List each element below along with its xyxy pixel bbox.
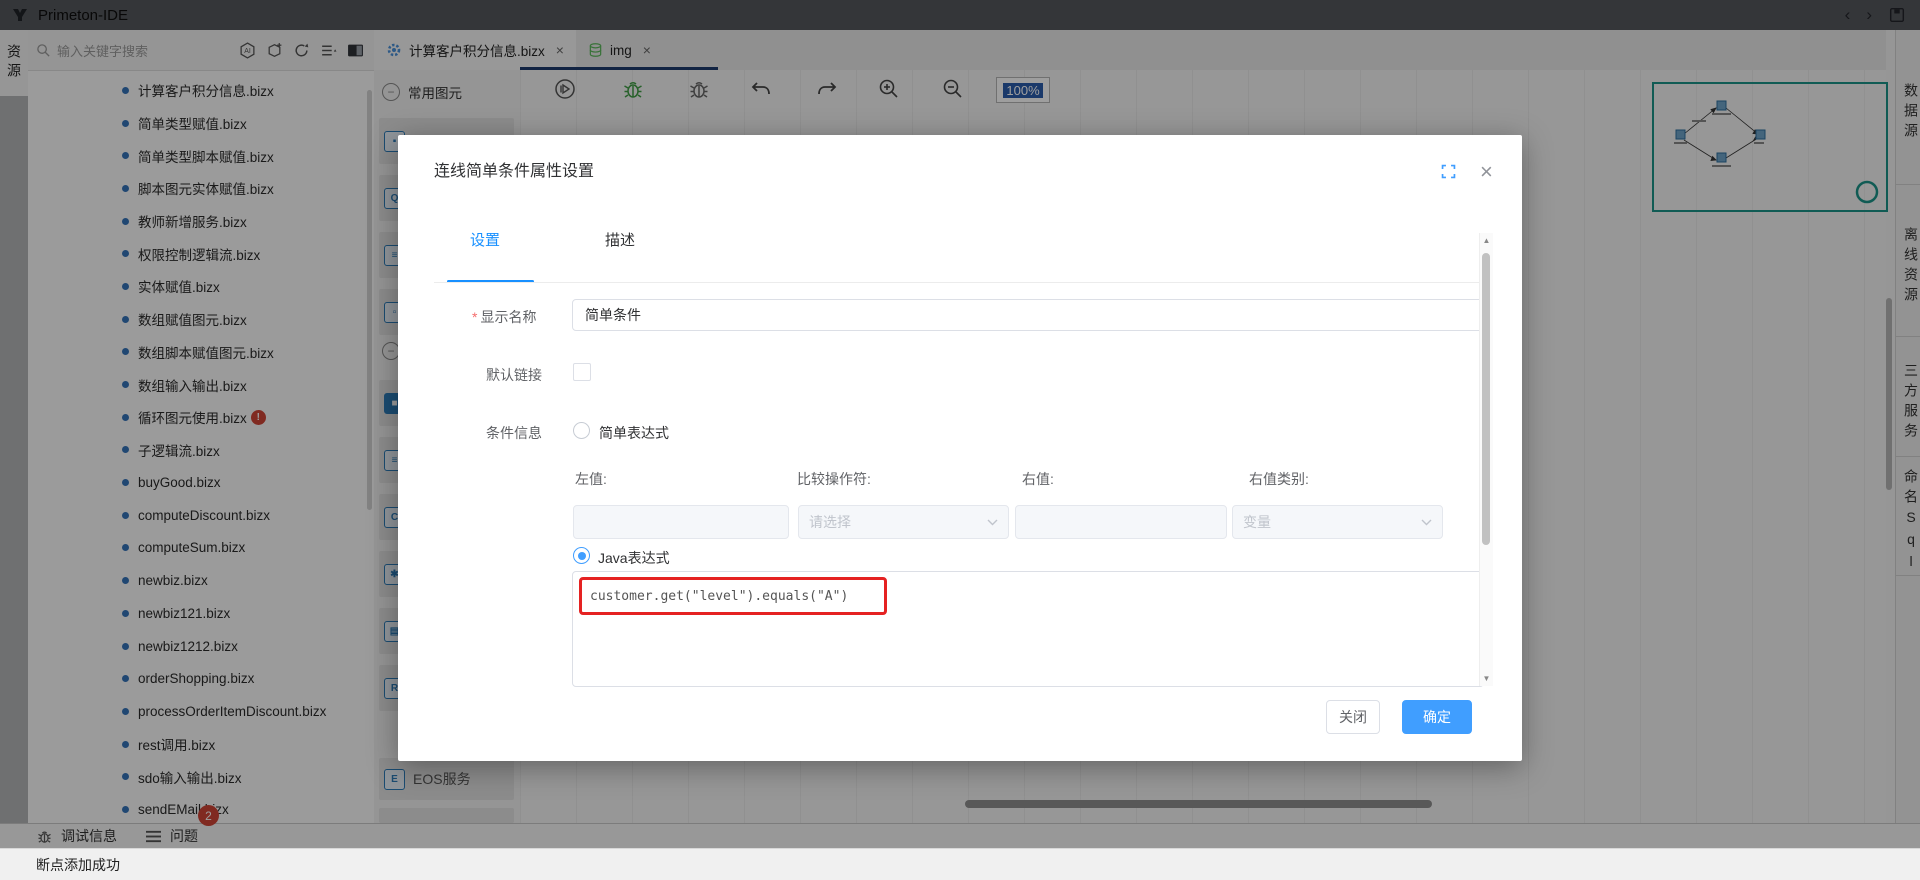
- link-condition-dialog: 连线简单条件属性设置 × 设置 描述 *显示名称 默认链接 条件信息 简单表达式…: [398, 135, 1522, 761]
- java-expression-editor[interactable]: customer.get("level").equals("A"): [572, 571, 1484, 687]
- fullscreen-icon[interactable]: [1440, 163, 1457, 180]
- scroll-up-icon[interactable]: ▲: [1480, 236, 1493, 245]
- tab-settings[interactable]: 设置: [470, 229, 500, 250]
- close-button[interactable]: 关闭: [1326, 700, 1380, 734]
- right-type-header: 右值类别:: [1249, 469, 1309, 489]
- operator-placeholder: 请选择: [809, 512, 851, 532]
- right-value-header: 右值:: [1022, 469, 1054, 489]
- display-name-label: *显示名称: [472, 307, 536, 327]
- status-bar: 断点添加成功: [0, 848, 1920, 880]
- right-type-select[interactable]: 变量: [1232, 505, 1443, 539]
- right-type-value: 变量: [1243, 512, 1271, 532]
- scrollbar-thumb[interactable]: [1482, 253, 1490, 545]
- chevron-down-icon: [987, 519, 998, 526]
- status-message: 断点添加成功: [36, 855, 120, 875]
- operator-select[interactable]: 请选择: [798, 505, 1009, 539]
- condition-info-label: 条件信息: [486, 423, 542, 443]
- java-expression-code: customer.get("level").equals("A"): [590, 589, 848, 604]
- default-link-label: 默认链接: [486, 365, 542, 385]
- default-link-checkbox[interactable]: [573, 363, 591, 381]
- close-icon[interactable]: ×: [1480, 159, 1493, 185]
- divider: [434, 282, 1486, 283]
- expression-highlight-box: customer.get("level").equals("A"): [579, 577, 887, 615]
- simple-expression-radio[interactable]: [573, 422, 590, 439]
- right-value-field[interactable]: [1015, 505, 1227, 539]
- dialog-scrollbar[interactable]: ▲ ▼: [1479, 233, 1493, 686]
- display-name-field[interactable]: [572, 299, 1484, 331]
- simple-expression-label: 简单表达式: [599, 423, 669, 443]
- chevron-down-icon: [1421, 519, 1432, 526]
- required-mark: *: [472, 309, 477, 325]
- operator-header: 比较操作符:: [797, 469, 871, 489]
- dialog-title: 连线简单条件属性设置: [434, 157, 594, 181]
- scroll-down-icon[interactable]: ▼: [1480, 674, 1493, 683]
- java-expression-radio[interactable]: [573, 547, 590, 564]
- left-value-header: 左值:: [575, 469, 607, 489]
- tab-description[interactable]: 描述: [605, 229, 635, 250]
- left-value-field[interactable]: [573, 505, 789, 539]
- app-window: Primeton-IDE ‹ › 资源 输入关键字搜索 AI: [0, 0, 1920, 880]
- java-expression-label: Java表达式: [598, 548, 670, 568]
- confirm-button[interactable]: 确定: [1402, 700, 1472, 734]
